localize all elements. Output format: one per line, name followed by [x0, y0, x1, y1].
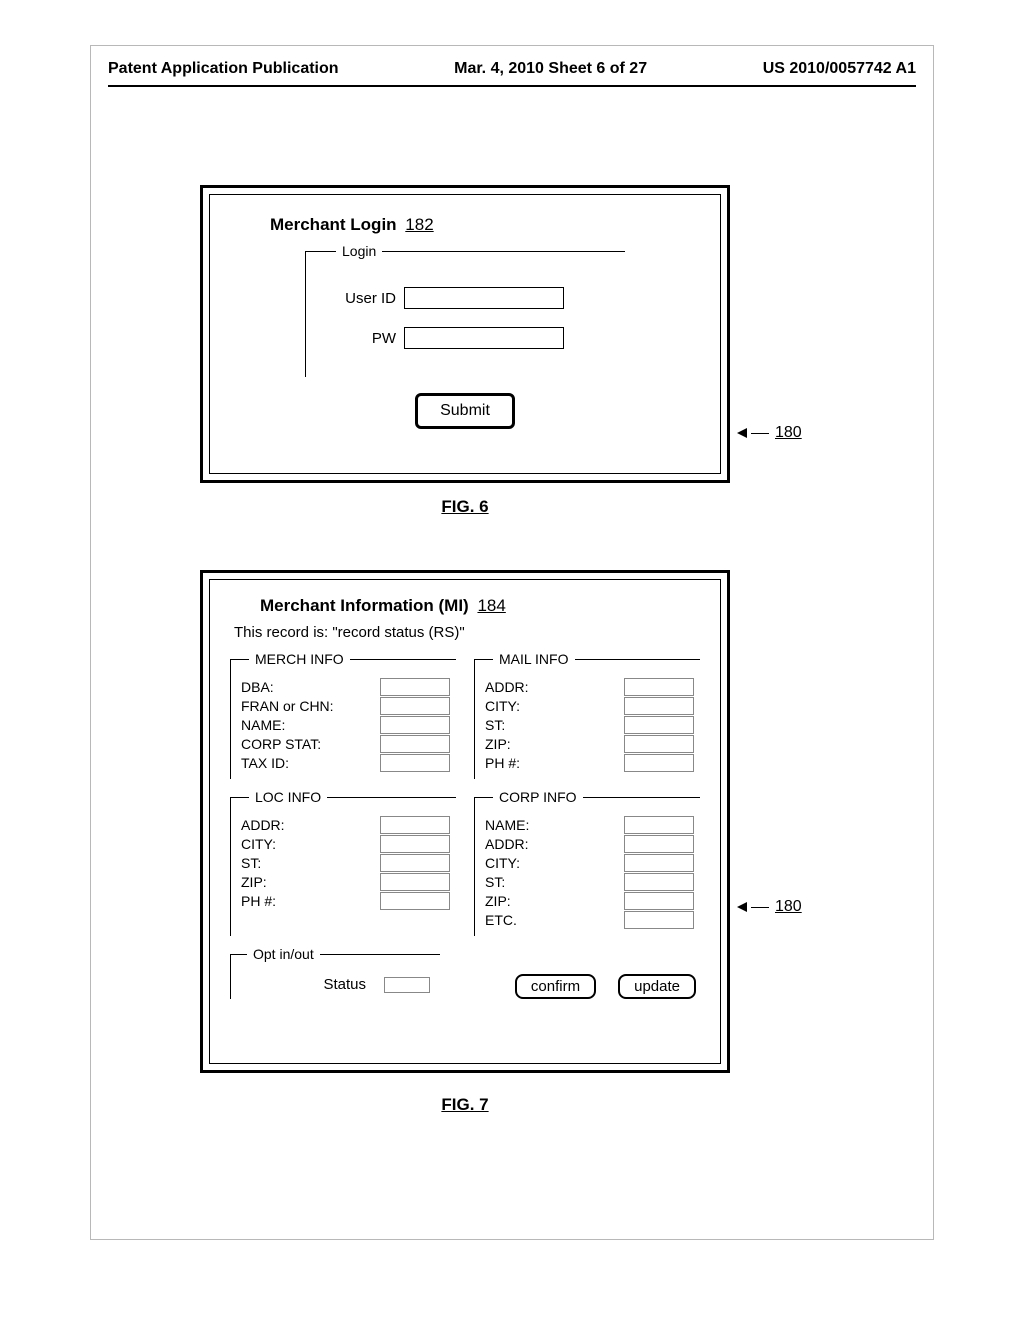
merch-dba-input[interactable] [380, 678, 450, 696]
fig7-title-ref: 184 [477, 596, 505, 615]
fig7-callout: 180 [737, 898, 802, 916]
merch-fran-label: FRAN or CHN: [241, 698, 334, 714]
loc-addr-input[interactable] [380, 816, 450, 834]
mail-addr-label: ADDR: [485, 679, 529, 695]
loc-st-label: ST: [241, 855, 261, 871]
merch-taxid-input[interactable] [380, 754, 450, 772]
fig6-panel: Merchant Login 182 Login User ID PW Subm… [200, 185, 730, 483]
userid-label: User ID [326, 290, 396, 307]
merch-corpstat-input[interactable] [380, 735, 450, 753]
corp-st-label: ST: [485, 874, 505, 890]
loc-city-label: CITY: [241, 836, 276, 852]
loc-addr-label: ADDR: [241, 817, 285, 833]
mail-legend: MAIL INFO [493, 651, 575, 667]
merch-name-label: NAME: [241, 717, 285, 733]
corp-addr-label: ADDR: [485, 836, 529, 852]
header-center: Mar. 4, 2010 Sheet 6 of 27 [454, 60, 647, 78]
arrow-left-icon [737, 902, 747, 912]
loc-info-group: LOC INFO ADDR: CITY: ST: ZIP: PH #: [230, 789, 456, 936]
loc-zip-label: ZIP: [241, 874, 267, 890]
opt-status-input[interactable] [384, 977, 430, 993]
update-button[interactable]: update [618, 974, 696, 999]
merch-dba-label: DBA: [241, 679, 274, 695]
fig6-caption: FIG. 6 [200, 497, 730, 517]
header-right: US 2010/0057742 A1 [763, 60, 916, 78]
merch-fran-input[interactable] [380, 697, 450, 715]
callout-line [751, 907, 769, 908]
mail-city-input[interactable] [624, 697, 694, 715]
corp-zip-input[interactable] [624, 892, 694, 910]
loc-ph-label: PH #: [241, 893, 276, 909]
fig7-title: Merchant Information (MI) 184 [260, 596, 700, 616]
login-group: Login User ID PW [305, 243, 625, 377]
fig7-caption: FIG. 7 [200, 1095, 730, 1115]
arrow-left-icon [737, 428, 747, 438]
fig7-title-text: Merchant Information (MI) [260, 596, 469, 615]
loc-city-input[interactable] [380, 835, 450, 853]
loc-ph-input[interactable] [380, 892, 450, 910]
fig6-title-text: Merchant Login [270, 215, 397, 234]
fig6-callout-num: 180 [775, 424, 802, 442]
page-header: Patent Application Publication Mar. 4, 2… [108, 60, 916, 78]
merch-legend: MERCH INFO [249, 651, 350, 667]
fig6-title-ref: 182 [405, 215, 433, 234]
mail-st-input[interactable] [624, 716, 694, 734]
mail-zip-label: ZIP: [485, 736, 511, 752]
opt-group: Opt in/out Status [230, 946, 440, 999]
loc-legend: LOC INFO [249, 789, 327, 805]
mail-addr-input[interactable] [624, 678, 694, 696]
corp-addr-input[interactable] [624, 835, 694, 853]
opt-status-label: Status [323, 976, 366, 993]
submit-button[interactable]: Submit [415, 393, 515, 429]
mail-st-label: ST: [485, 717, 505, 733]
mail-info-group: MAIL INFO ADDR: CITY: ST: ZIP: PH #: [474, 651, 700, 779]
opt-legend: Opt in/out [247, 946, 320, 962]
callout-line [751, 433, 769, 434]
header-rule [108, 85, 916, 87]
fig7-callout-num: 180 [775, 898, 802, 916]
corp-etc-label: ETC. [485, 912, 517, 928]
fig6-title: Merchant Login 182 [270, 215, 700, 235]
corp-zip-label: ZIP: [485, 893, 511, 909]
corp-name-label: NAME: [485, 817, 529, 833]
merch-info-group: MERCH INFO DBA: FRAN or CHN: NAME: CORP … [230, 651, 456, 779]
login-legend: Login [336, 243, 382, 259]
fig7-panel: Merchant Information (MI) 184 This recor… [200, 570, 730, 1073]
corp-city-label: CITY: [485, 855, 520, 871]
merch-name-input[interactable] [380, 716, 450, 734]
mail-ph-label: PH #: [485, 755, 520, 771]
pw-label: PW [326, 330, 396, 347]
corp-st-input[interactable] [624, 873, 694, 891]
merch-taxid-label: TAX ID: [241, 755, 289, 771]
mail-city-label: CITY: [485, 698, 520, 714]
userid-input[interactable] [404, 287, 564, 309]
mail-ph-input[interactable] [624, 754, 694, 772]
corp-name-input[interactable] [624, 816, 694, 834]
header-left: Patent Application Publication [108, 60, 339, 78]
pw-input[interactable] [404, 327, 564, 349]
record-status-text: This record is: "record status (RS)" [234, 624, 700, 641]
merch-corpstat-label: CORP STAT: [241, 736, 321, 752]
corp-legend: CORP INFO [493, 789, 583, 805]
corp-city-input[interactable] [624, 854, 694, 872]
confirm-button[interactable]: confirm [515, 974, 596, 999]
corp-info-group: CORP INFO NAME: ADDR: CITY: ST: ZIP: ETC… [474, 789, 700, 936]
fig6-callout: 180 [737, 424, 802, 442]
mail-zip-input[interactable] [624, 735, 694, 753]
corp-etc-input[interactable] [624, 911, 694, 929]
loc-zip-input[interactable] [380, 873, 450, 891]
loc-st-input[interactable] [380, 854, 450, 872]
